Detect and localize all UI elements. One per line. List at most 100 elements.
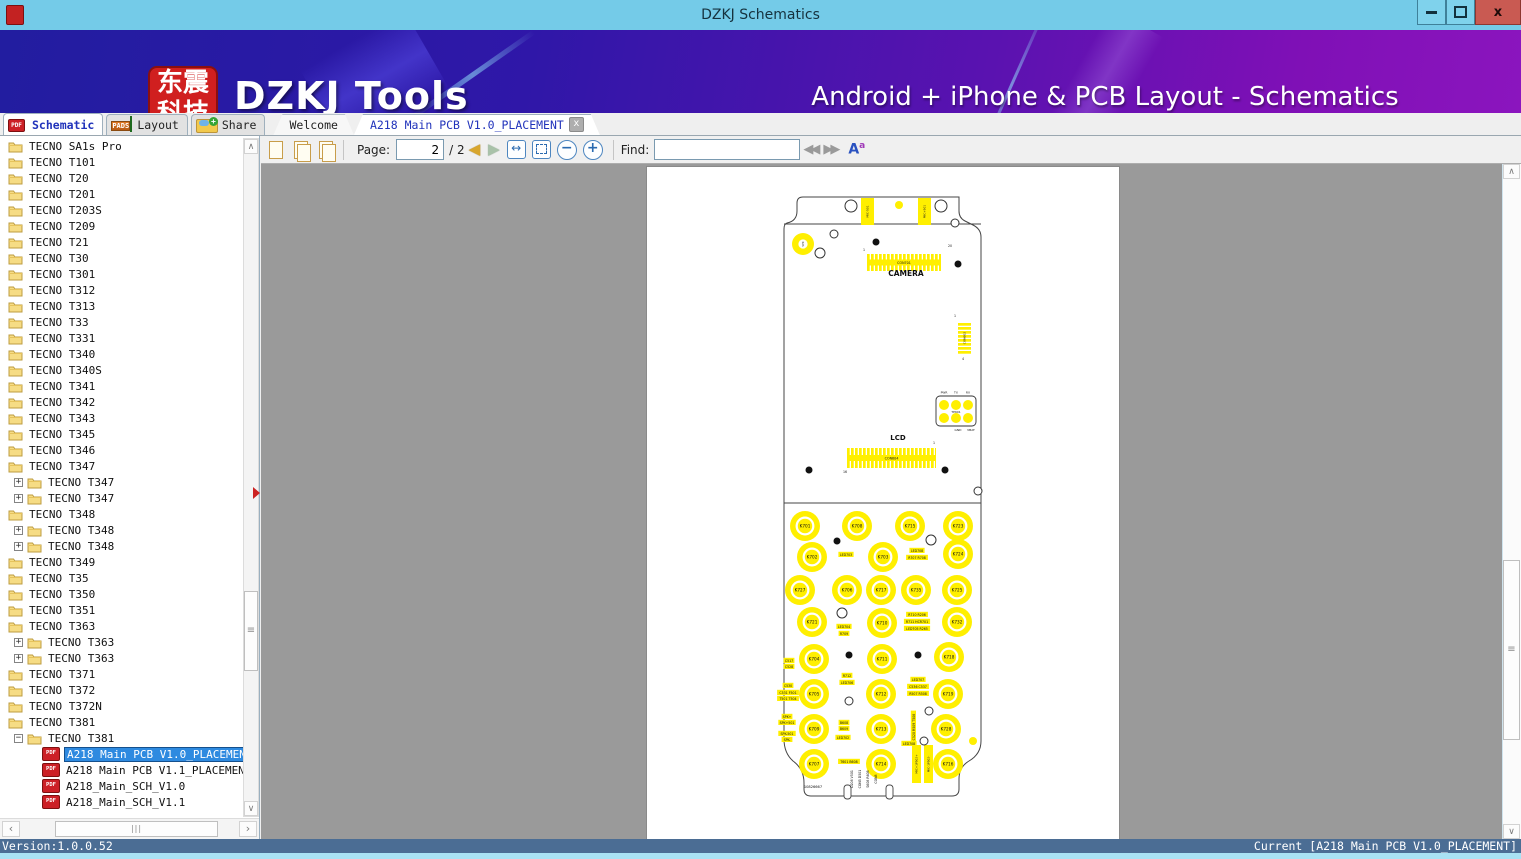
tree-item-folder[interactable]: TECNO T340S	[0, 362, 243, 378]
tree-item-folder[interactable]: + TECNO T347	[0, 474, 243, 490]
minimize-button[interactable]	[1417, 0, 1446, 25]
tree-item-folder[interactable]: TECNO T35	[0, 570, 243, 586]
document-viewer[interactable]: MIC-501 MIC+501 MIC+1P502+ MIC-1P502- CON701…	[261, 164, 1502, 839]
page-total: / 2	[449, 142, 465, 157]
tree-item-folder[interactable]: TECNO T346	[0, 442, 243, 458]
tree-item-folder[interactable]: TECNO T347	[0, 458, 243, 474]
svg-text:R707 R708: R707 R708	[908, 556, 926, 560]
sidebar-vertical-scrollbar[interactable]: ∧ ≡ ∨	[243, 138, 259, 817]
tree-item-folder[interactable]: TECNO T341	[0, 378, 243, 394]
tree-item-label: TECNO T363	[29, 619, 96, 633]
svg-text:K727: K727	[795, 588, 806, 593]
tree-item-folder[interactable]: TECNO T372	[0, 682, 243, 698]
collapse-icon[interactable]: −	[14, 733, 23, 743]
tree-item-folder[interactable]: TECNO T342	[0, 394, 243, 410]
folder-icon	[27, 494, 42, 504]
fit-width-button[interactable]: ↔	[506, 140, 526, 159]
tree-item-folder[interactable]: TECNO T331	[0, 330, 243, 346]
scroll-up-icon[interactable]: ∧	[1503, 164, 1520, 179]
tree-item-folder[interactable]: TECNO T340	[0, 346, 243, 362]
find-previous-icon[interactable]: ◀◀	[803, 142, 820, 157]
tree-item-pdf[interactable]: PDF A218 Main PCB V1.1_PLACEMENT	[0, 762, 243, 778]
previous-page-icon[interactable]: ◀	[469, 142, 481, 157]
expand-icon[interactable]: +	[14, 493, 23, 503]
scroll-down-icon[interactable]: ∨	[244, 801, 258, 816]
tree-item-folder[interactable]: TECNO T351	[0, 602, 243, 618]
close-tab-icon[interactable]: x	[569, 117, 584, 132]
snapshot-icon[interactable]	[316, 140, 336, 162]
tree-item-label: TECNO T343	[29, 411, 96, 425]
tab-share[interactable]: + Share	[190, 114, 266, 135]
expand-icon[interactable]: +	[14, 637, 23, 647]
tree-item-folder[interactable]: TECNO T301	[0, 266, 243, 282]
tree-item-folder[interactable]: TECNO T313	[0, 298, 243, 314]
scrollbar-thumb[interactable]: ≡	[244, 591, 258, 671]
tree-item-folder[interactable]: TECNO T345	[0, 426, 243, 442]
scroll-right-icon[interactable]: ›	[239, 821, 257, 837]
expand-icon[interactable]: +	[14, 541, 23, 551]
tree-item-folder[interactable]: TECNO T349	[0, 554, 243, 570]
scrollbar-thumb[interactable]: |||	[55, 821, 218, 837]
tree-item-label: TECNO T101	[29, 155, 96, 169]
maximize-button[interactable]	[1446, 0, 1475, 25]
tree-item-folder[interactable]: + TECNO T347	[0, 490, 243, 506]
zoom-out-button[interactable]: −	[556, 139, 577, 160]
page-number-input[interactable]	[396, 139, 445, 160]
scroll-up-icon[interactable]: ∧	[244, 139, 258, 154]
folder-icon	[27, 638, 42, 648]
tree-item-folder[interactable]: TECNO T20	[0, 170, 243, 186]
tree-item-folder[interactable]: TECNO T209	[0, 218, 243, 234]
splitter-collapse-icon[interactable]	[253, 487, 260, 499]
tree-item-folder[interactable]: TECNO T21	[0, 234, 243, 250]
tree-item-pdf[interactable]: PDF A218_Main_SCH_V1.0	[0, 778, 243, 794]
scroll-down-icon[interactable]: ∨	[1503, 824, 1520, 839]
tree-item-folder[interactable]: TECNO T348	[0, 506, 243, 522]
tree-item-folder[interactable]: TECNO T101	[0, 154, 243, 170]
tree-item-folder[interactable]: TECNO T343	[0, 410, 243, 426]
pdf-page: MIC-501 MIC+501 MIC+1P502+ MIC-1P502- CON701…	[646, 166, 1120, 839]
tree-item-folder[interactable]: + TECNO T363	[0, 634, 243, 650]
expand-icon[interactable]: +	[14, 653, 23, 663]
next-page-icon[interactable]: ▶	[488, 142, 500, 157]
tree-item-folder[interactable]: TECNO SA1s Pro	[0, 138, 243, 154]
copy-page-icon[interactable]	[291, 140, 311, 162]
tree-item-folder[interactable]: TECNO T30	[0, 250, 243, 266]
tree-item-folder[interactable]: TECNO T381	[0, 714, 243, 730]
sidebar-horizontal-scrollbar[interactable]: ‹ ||| ›	[0, 818, 259, 839]
svg-text:K707: K707	[809, 762, 820, 767]
document-vertical-scrollbar[interactable]: ∧ ≡ ∨	[1502, 164, 1521, 839]
tree-item-folder[interactable]: TECNO T372N	[0, 698, 243, 714]
tree-item-folder[interactable]: + TECNO T363	[0, 650, 243, 666]
expand-icon[interactable]: +	[14, 525, 23, 535]
find-next-icon[interactable]: ▶▶	[823, 142, 840, 157]
doc-tab-a218-placement[interactable]: A218 Main PCB V1.0_PLACEMENT x	[354, 114, 600, 135]
tree-item-folder[interactable]: TECNO T203S	[0, 202, 243, 218]
scroll-left-icon[interactable]: ‹	[2, 821, 20, 837]
tree-item-pdf[interactable]: PDF A218 Main PCB V1.0_PLACEMENT	[0, 746, 243, 762]
close-button[interactable]: x	[1475, 0, 1521, 25]
folder-icon	[8, 318, 23, 328]
tab-layout[interactable]: PADS Layout	[106, 114, 188, 135]
doc-tab-welcome[interactable]: Welcome	[273, 114, 353, 135]
page-thumbnail-icon[interactable]	[266, 140, 286, 160]
tree-item-folder[interactable]: TECNO T312	[0, 282, 243, 298]
tree-item-folder[interactable]: + TECNO T348	[0, 522, 243, 538]
tree-item-folder[interactable]: TECNO T350	[0, 586, 243, 602]
tab-schematic[interactable]: PDF Schematic	[3, 113, 402, 135]
font-size-icon[interactable]: Aa	[848, 141, 865, 158]
tree-item-label: TECNO SA1s Pro	[29, 139, 122, 153]
tree-item-folder[interactable]: TECNO T201	[0, 186, 243, 202]
zoom-in-button[interactable]: +	[582, 139, 603, 160]
tree-item-folder[interactable]: TECNO T33	[0, 314, 243, 330]
fit-page-button[interactable]	[531, 140, 551, 159]
tree-item-folder[interactable]: TECNO T371	[0, 666, 243, 682]
find-input[interactable]	[654, 139, 801, 160]
svg-text:LED706: LED706	[841, 681, 853, 685]
expand-icon[interactable]: +	[14, 477, 23, 487]
tree-item-folder[interactable]: − TECNO T381	[0, 730, 243, 746]
scrollbar-thumb[interactable]: ≡	[1503, 560, 1520, 740]
tree-item-folder[interactable]: + TECNO T348	[0, 538, 243, 554]
svg-text:K713: K713	[876, 727, 887, 732]
tree-item-folder[interactable]: TECNO T363	[0, 618, 243, 634]
tree-item-pdf[interactable]: PDF A218_Main_SCH_V1.1	[0, 794, 243, 810]
